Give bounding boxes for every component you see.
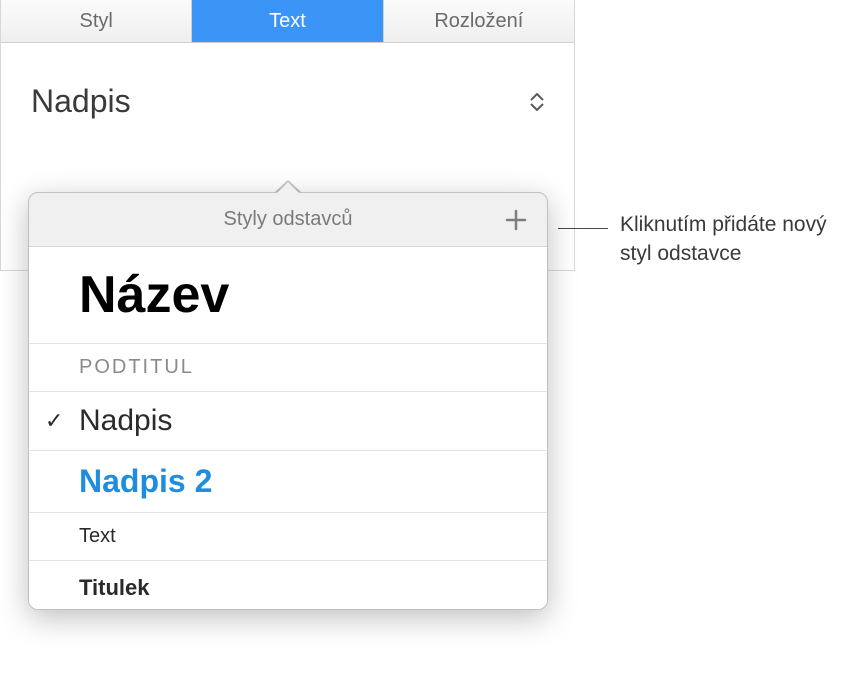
add-style-button[interactable] [503, 207, 529, 233]
style-item-nazev[interactable]: Název [29, 247, 547, 344]
tab-text[interactable]: Text [192, 0, 383, 42]
checkmark-icon: ✓ [45, 408, 63, 434]
paragraph-styles-popover: Styly odstavců Název PODTITUL ✓ Nad [28, 192, 548, 610]
style-item-podtitul[interactable]: PODTITUL [29, 344, 547, 392]
callout-leader-line [558, 228, 608, 229]
plus-icon [505, 209, 527, 231]
format-tabs: Styl Text Rozložení [1, 0, 574, 43]
style-label: Nadpis [79, 404, 172, 438]
callout-text: Kliknutím přidáte nový styl odstavce [620, 210, 850, 269]
paragraph-style-selector[interactable]: Nadpis [31, 83, 544, 120]
style-label: Nadpis 2 [79, 463, 212, 500]
format-panel: Styl Text Rozložení Nadpis Styly odstavc… [0, 0, 575, 271]
style-label: Název [79, 265, 229, 325]
style-item-text[interactable]: Text [29, 513, 547, 561]
tab-layout[interactable]: Rozložení [384, 0, 574, 42]
paragraph-style-current: Nadpis [31, 83, 131, 120]
style-label: Titulek [79, 575, 150, 601]
style-item-nadpis2[interactable]: Nadpis 2 [29, 451, 547, 513]
paragraph-style-list: Název PODTITUL ✓ Nadpis Nadpis 2 Text Ti… [29, 247, 547, 609]
popover-header: Styly odstavců [29, 193, 547, 247]
popover-title: Styly odstavců [224, 208, 353, 231]
style-label: PODTITUL [79, 356, 194, 379]
tab-style[interactable]: Styl [1, 0, 192, 42]
style-item-titulek[interactable]: Titulek [29, 561, 547, 609]
style-label: Text [79, 525, 116, 548]
chevron-updown-icon [530, 93, 544, 111]
style-item-nadpis[interactable]: ✓ Nadpis [29, 392, 547, 451]
